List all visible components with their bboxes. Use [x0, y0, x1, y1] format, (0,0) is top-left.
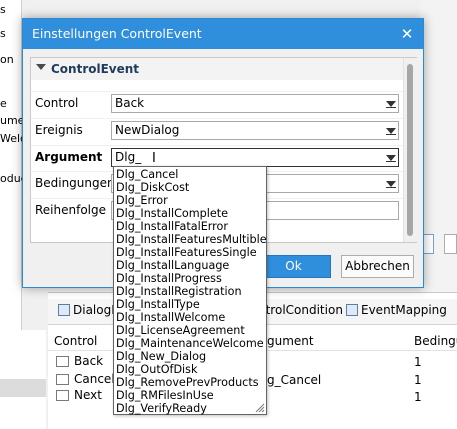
- dropdown-option[interactable]: Dlg_New_Dialog: [116, 350, 206, 363]
- dropdown-option[interactable]: Dlg_InstallComplete: [116, 207, 228, 220]
- dropdown-option[interactable]: Dlg_DiskCost: [116, 181, 189, 194]
- tab-eventmapping[interactable]: EventMapping: [346, 303, 447, 317]
- tab-label: EventMapping: [361, 303, 447, 317]
- dropdown-option[interactable]: Dlg_InstallLanguage: [116, 259, 229, 272]
- background-left-text: s: [0, 3, 6, 16]
- resize-grip-icon[interactable]: [254, 402, 265, 413]
- property-row-argument: Argument Dlg_ I: [31, 145, 403, 168]
- dropdown-option[interactable]: Dlg_InstallProgress: [116, 272, 222, 285]
- table-cell: Cancel: [74, 372, 115, 386]
- dropdown-option[interactable]: Dlg_Error: [116, 194, 168, 207]
- table-row[interactable]: Next: [56, 388, 102, 402]
- dropdown-option[interactable]: Dlg_LicenseAgreement: [116, 324, 245, 337]
- dropdown-option[interactable]: Dlg_InstallType: [116, 298, 200, 311]
- vertical-scrollbar[interactable]: [403, 58, 417, 242]
- table-cell: 1: [414, 373, 422, 387]
- dropdown-underline: [386, 107, 396, 108]
- argument-dropdown-list[interactable]: Dlg_Cancel Dlg_DiskCost Dlg_Error Dlg_In…: [113, 166, 267, 415]
- table-row[interactable]: Back: [56, 354, 103, 368]
- dropdown-option[interactable]: Dlg_InstallFeaturesMultible: [116, 233, 267, 246]
- dropdown-option[interactable]: Dlg_InstallRegistration: [116, 285, 242, 298]
- background-left-text: s: [0, 27, 6, 40]
- property-row-ereignis: Ereignis NewDialog: [31, 118, 403, 141]
- control-icon: [56, 389, 69, 401]
- column-header-argument[interactable]: gument: [267, 334, 314, 348]
- dropdown-option[interactable]: Dlg_VerifyReady: [116, 402, 207, 415]
- background-left-text: e: [0, 97, 7, 110]
- close-button[interactable]: ✕: [397, 24, 417, 44]
- dialog-title: Einstellungen ControlEvent: [32, 26, 202, 41]
- dropdown-underline: [386, 134, 396, 135]
- cancel-button[interactable]: Abbrechen: [341, 255, 414, 278]
- dropdown-option[interactable]: Dlg_RMFilesInUse: [116, 389, 214, 402]
- dropdown-option[interactable]: Dlg_InstallFatalError: [116, 220, 228, 233]
- category-header[interactable]: ControlEvent: [31, 58, 403, 80]
- table-cell: 1: [414, 390, 422, 404]
- table-cell: Next: [74, 388, 102, 402]
- ok-button[interactable]: Ok: [256, 255, 331, 278]
- dropdown-option[interactable]: Dlg_RemovePrevProducts: [116, 376, 259, 389]
- dropdown-underline: [386, 187, 396, 188]
- control-icon: [56, 373, 69, 385]
- property-label: Ereignis: [35, 123, 83, 137]
- dropdown-value: NewDialog: [115, 123, 180, 137]
- dropdown-option[interactable]: Dlg_Cancel: [116, 168, 178, 181]
- property-label: Bedingungen: [35, 176, 115, 190]
- column-header-bedingung[interactable]: Bedingu: [414, 334, 457, 348]
- dropdown-underline: [386, 161, 396, 162]
- column-header-control[interactable]: Control: [54, 334, 97, 348]
- table-icon: [346, 304, 358, 316]
- dropdown-option[interactable]: Dlg_MaintenanceWelcome: [116, 337, 264, 350]
- table-cell: g_Cancel: [267, 373, 322, 387]
- scrollbar-thumb[interactable]: [407, 64, 413, 236]
- property-row-control: Control Back: [31, 91, 403, 114]
- background-field: [444, 234, 457, 254]
- argument-input-value[interactable]: Dlg_: [115, 150, 141, 164]
- dropdown-option[interactable]: Dlg_OutOfDisk: [116, 363, 197, 376]
- dialog-titlebar[interactable]: Einstellungen ControlEvent ✕: [23, 19, 423, 49]
- text-cursor-icon: I: [152, 151, 156, 166]
- control-dropdown[interactable]: Back: [111, 94, 399, 113]
- collapse-arrow-icon[interactable]: [36, 64, 46, 70]
- background-selection: [0, 379, 46, 397]
- table-row[interactable]: Cancel: [56, 372, 115, 386]
- dropdown-value: Back: [115, 96, 145, 110]
- property-label: Control: [35, 96, 79, 110]
- property-label: Reihenfolge: [35, 203, 107, 217]
- tab-label: ntrolCondition: [258, 303, 343, 317]
- control-icon: [56, 355, 69, 367]
- table-cell: 1: [414, 355, 422, 369]
- background-left-text: on: [0, 53, 14, 66]
- tab-controlcondition[interactable]: ntrolCondition: [258, 303, 343, 317]
- category-label: ControlEvent: [51, 62, 140, 76]
- ereignis-dropdown[interactable]: NewDialog: [111, 121, 399, 140]
- argument-combobox[interactable]: Dlg_ I: [111, 148, 399, 167]
- table-cell: Back: [74, 354, 104, 368]
- dropdown-option[interactable]: Dlg_InstallFeaturesSingle: [116, 246, 257, 259]
- dropdown-option[interactable]: Dlg_InstallWelcome: [116, 311, 225, 324]
- property-label: Argument: [35, 150, 103, 164]
- table-icon: [58, 304, 70, 316]
